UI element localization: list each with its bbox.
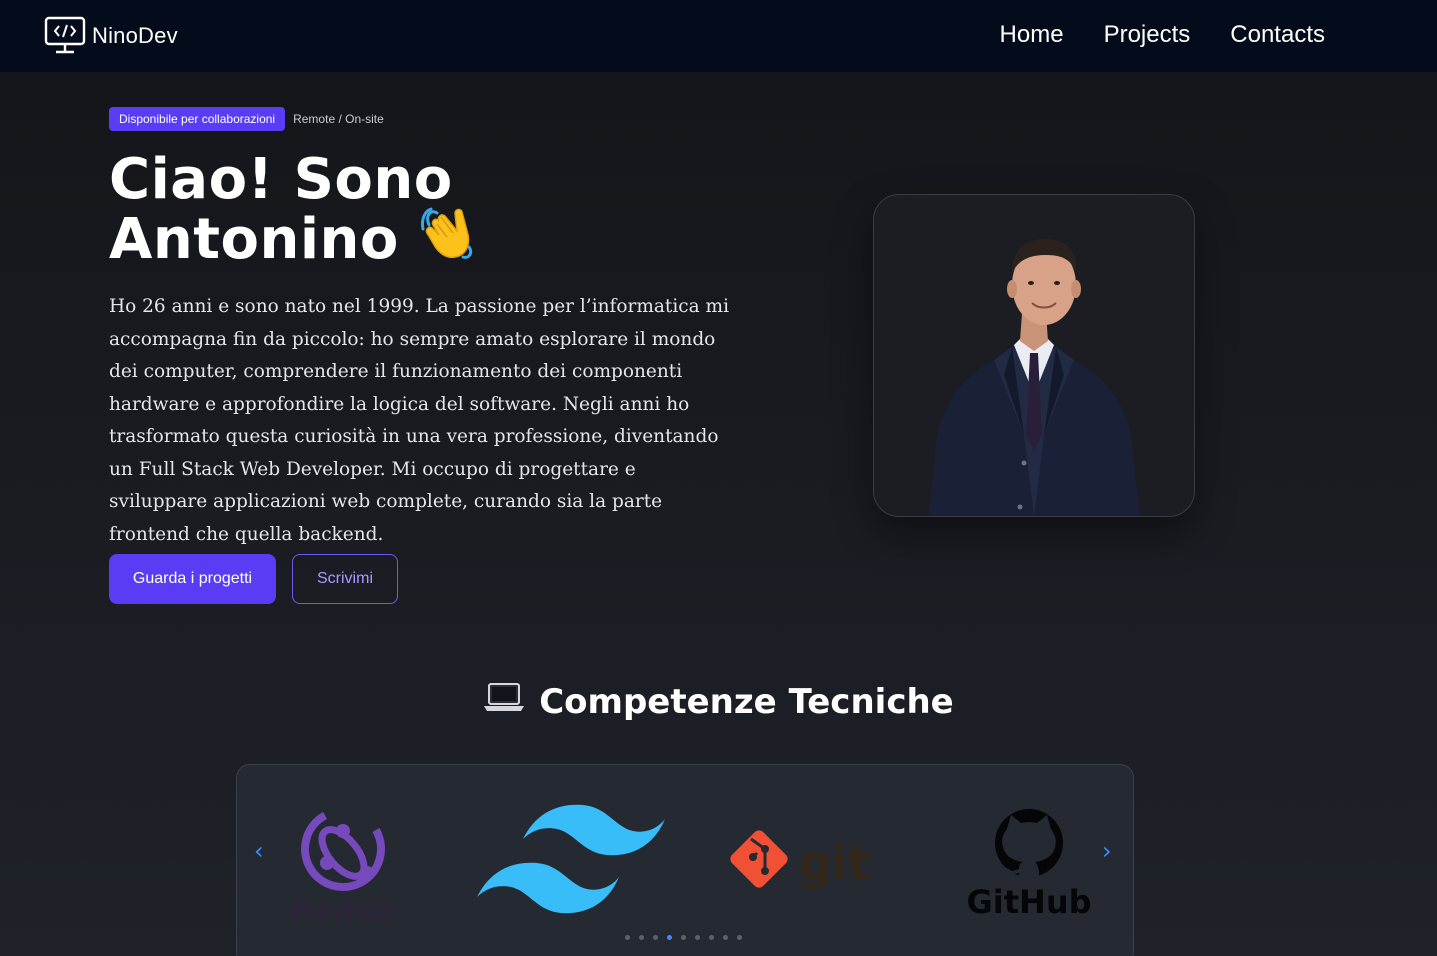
nav-link-contacts[interactable]: Contacts bbox=[1230, 21, 1325, 49]
navbar: NinoDev Home Projects Contacts bbox=[0, 0, 1437, 72]
hero-title-line1: Ciao! Sono bbox=[109, 147, 453, 212]
svg-text:GitHub: GitHub bbox=[967, 883, 1092, 919]
github-logo: GitHub bbox=[967, 807, 1093, 924]
carousel-dot[interactable] bbox=[625, 935, 630, 940]
hero-title-line2: Antonino bbox=[109, 207, 399, 272]
redux-logo: Redux bbox=[290, 797, 396, 932]
carousel-dot[interactable] bbox=[681, 935, 686, 940]
svg-text:git: git bbox=[799, 836, 870, 890]
brand-link[interactable]: NinoDev bbox=[44, 16, 178, 56]
carousel-dot[interactable] bbox=[653, 935, 658, 940]
profile-photo bbox=[873, 194, 1195, 517]
skills-carousel: ‹ › Redux git GitHub bbox=[236, 764, 1134, 956]
availability-badge: Disponibile per collaborazioni bbox=[109, 107, 286, 131]
work-mode-note: Remote / On-site bbox=[293, 112, 384, 126]
write-me-button[interactable]: Scrivimi bbox=[292, 554, 398, 604]
git-logo: git bbox=[727, 827, 877, 902]
svg-text:Redux: Redux bbox=[291, 894, 395, 927]
brand-name: NinoDev bbox=[92, 23, 178, 48]
carousel-dot[interactable] bbox=[723, 935, 728, 940]
availability-row: Disponibile per collaborazioni Remote / … bbox=[109, 107, 384, 131]
carousel-dot[interactable] bbox=[695, 935, 700, 940]
nav-link-projects[interactable]: Projects bbox=[1104, 21, 1191, 49]
skills-title-text: Competenze Tecniche bbox=[539, 682, 954, 722]
carousel-next-button[interactable]: › bbox=[1102, 837, 1112, 865]
tailwind-logo bbox=[475, 801, 667, 926]
carousel-dot-active[interactable] bbox=[667, 935, 672, 940]
laptop-icon bbox=[483, 681, 525, 721]
carousel-dot[interactable] bbox=[709, 935, 714, 940]
carousel-dot[interactable] bbox=[639, 935, 644, 940]
hero-description: Ho 26 anni e sono nato nel 1999. La pass… bbox=[109, 296, 730, 545]
carousel-dots bbox=[625, 935, 742, 940]
carousel-prev-button[interactable]: ‹ bbox=[254, 837, 264, 865]
carousel-dot[interactable] bbox=[737, 935, 742, 940]
skills-heading: Competenze Tecniche bbox=[0, 682, 1437, 722]
view-projects-button[interactable]: Guarda i progetti bbox=[109, 554, 276, 604]
nav-links: Home Projects Contacts bbox=[1000, 21, 1325, 49]
nav-link-home[interactable]: Home bbox=[1000, 21, 1064, 49]
hero-title: Ciao! Sono Antonino bbox=[109, 150, 483, 275]
code-monitor-icon bbox=[44, 16, 86, 54]
waving-hand-icon bbox=[419, 199, 483, 275]
